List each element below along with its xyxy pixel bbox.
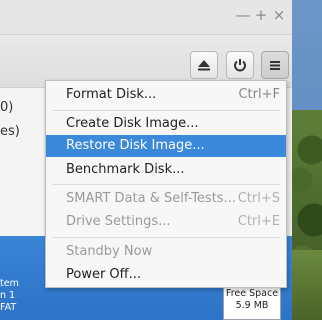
menu-item-label: SMART Data & Self-Tests... bbox=[66, 191, 236, 206]
menu-item-label: Standby Now bbox=[66, 244, 153, 259]
menu-item-create-disk-image[interactable]: Create Disk Image... bbox=[46, 113, 286, 135]
menu-item-drive-settings[interactable]: Drive Settings... Ctrl+E bbox=[46, 211, 286, 233]
menu-item-label: Create Disk Image... bbox=[66, 116, 199, 131]
menu-item-label: Drive Settings... bbox=[66, 214, 171, 229]
desktop-hill bbox=[292, 250, 322, 320]
power-off-button[interactable] bbox=[226, 51, 254, 79]
menu-separator bbox=[52, 237, 280, 238]
menu-item-label: Benchmark Disk... bbox=[66, 162, 185, 177]
drive-menu: Format Disk... Ctrl+F Create Disk Image.… bbox=[45, 80, 287, 288]
eject-button[interactable] bbox=[190, 51, 218, 79]
menu-item-label: Power Off... bbox=[66, 267, 142, 282]
menu-item-label: Restore Disk Image... bbox=[66, 138, 205, 153]
menu-item-accelerator: Ctrl+E bbox=[237, 214, 280, 229]
minimize-button[interactable]: — bbox=[234, 6, 252, 24]
menu-item-standby-now[interactable]: Standby Now bbox=[46, 241, 286, 263]
title-bar: — + × bbox=[0, 0, 292, 35]
sidebar-text-fragment: es) bbox=[0, 124, 20, 139]
menu-item-restore-disk-image[interactable]: Restore Disk Image... bbox=[46, 135, 286, 157]
drive-menu-button[interactable] bbox=[261, 51, 289, 79]
menu-icon bbox=[270, 61, 280, 70]
close-button[interactable]: × bbox=[270, 6, 288, 24]
sidebar-text-fragment: 0) bbox=[0, 100, 14, 115]
menu-separator bbox=[52, 184, 280, 185]
partition-label: n 1 bbox=[0, 290, 16, 301]
power-icon bbox=[234, 59, 246, 72]
maximize-button[interactable]: + bbox=[252, 6, 270, 24]
free-space-segment[interactable]: Free Space 5.9 MB bbox=[223, 284, 281, 320]
eject-icon bbox=[198, 60, 210, 71]
partition-label: FAT bbox=[0, 302, 17, 313]
free-space-label: Free Space bbox=[225, 288, 279, 299]
menu-item-power-off[interactable]: Power Off... bbox=[46, 264, 286, 286]
partition-label: tem bbox=[0, 278, 19, 289]
menu-item-benchmark-disk[interactable]: Benchmark Disk... bbox=[46, 159, 286, 181]
menu-item-smart-data[interactable]: SMART Data & Self-Tests... Ctrl+S bbox=[46, 188, 286, 210]
menu-item-format-disk[interactable]: Format Disk... Ctrl+F bbox=[46, 84, 286, 106]
sidebar: 0) es) bbox=[0, 88, 44, 238]
menu-item-accelerator: Ctrl+F bbox=[238, 87, 280, 102]
menu-separator bbox=[52, 110, 280, 111]
menu-item-label: Format Disk... bbox=[66, 87, 157, 102]
free-space-value: 5.9 MB bbox=[235, 300, 269, 311]
menu-item-accelerator: Ctrl+S bbox=[237, 191, 280, 206]
